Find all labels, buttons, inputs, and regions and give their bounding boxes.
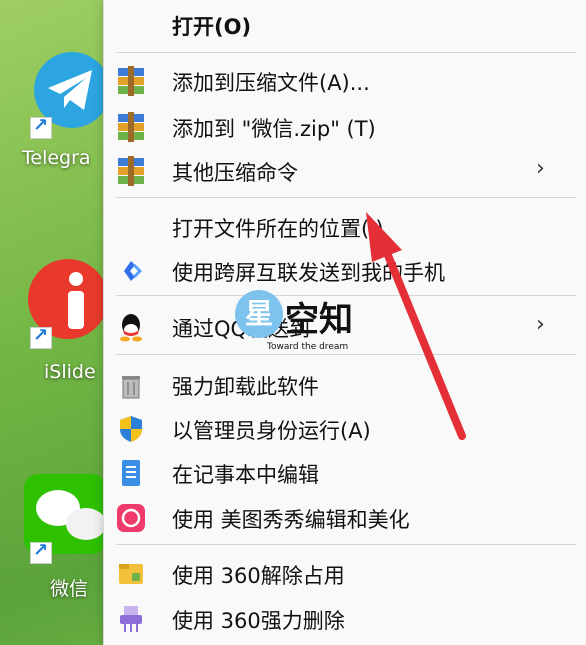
annotation-arrow-icon [366,212,466,440]
